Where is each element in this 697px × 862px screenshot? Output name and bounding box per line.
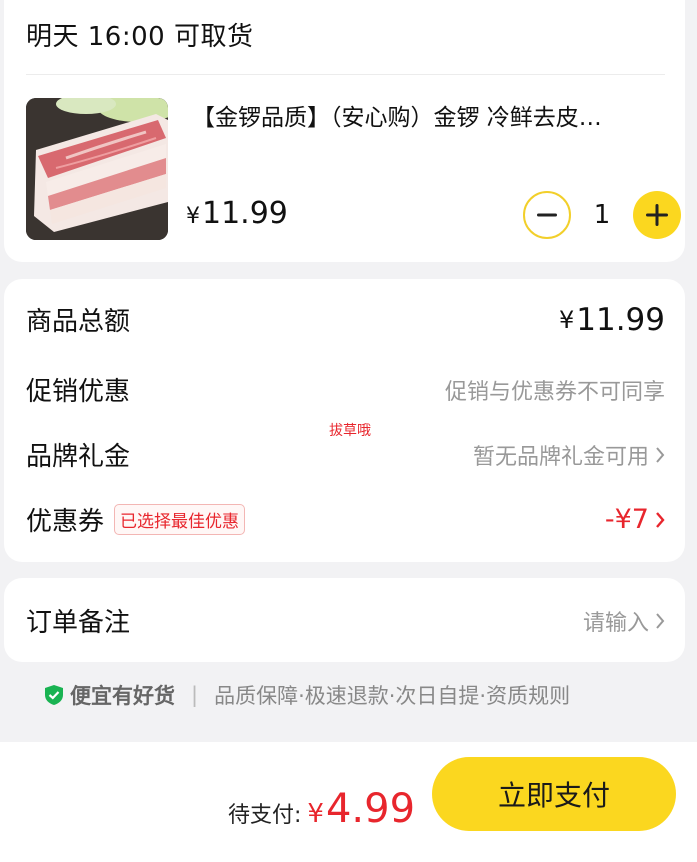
product-image[interactable] <box>26 98 168 240</box>
coupon-value-wrap: -¥7 <box>605 504 665 535</box>
order-remark-placeholder[interactable]: 请输入 <box>583 605 649 637</box>
order-remark-label: 订单备注 <box>26 608 131 638</box>
product-price-value: 11.99 <box>202 196 288 231</box>
increase-button[interactable] <box>633 191 681 239</box>
pending-payment-value: 4.99 <box>325 786 416 832</box>
quantity-value: 1 <box>593 200 611 230</box>
coupon-label-wrap: 优惠券 已选择最佳优惠 <box>26 501 246 538</box>
order-remark-row[interactable]: 订单备注 请输入 <box>26 602 665 639</box>
chevron-right-icon <box>656 446 665 463</box>
guarantee-brand: 便宜有好货 <box>70 684 175 708</box>
pickup-time: 明天 16:00 可取货 <box>26 22 254 52</box>
guarantee-items[interactable]: 品质保障·极速退款·次日自提·资质规则 <box>214 680 570 710</box>
order-summary-card: 商品总额 ¥11.99 促销优惠 促销与优惠券不可同享 拔草哦 品牌礼金 暂无品… <box>4 279 685 562</box>
minus-icon <box>537 213 557 217</box>
pending-payment-amount: ¥4.99 <box>307 786 415 832</box>
divider <box>26 74 665 75</box>
brand-gift-value-wrap: 暂无品牌礼金可用 <box>473 439 665 471</box>
pending-payment-label: 待支付: <box>228 803 302 828</box>
pork-belly-image <box>26 98 168 240</box>
quantity-stepper: 1 <box>523 191 681 239</box>
decrease-button[interactable] <box>523 191 571 239</box>
brand-gift-row[interactable]: 品牌礼金 暂无品牌礼金可用 <box>26 436 665 473</box>
chevron-right-icon <box>656 511 665 528</box>
plus-icon <box>646 204 668 226</box>
goods-total-label: 商品总额 <box>26 307 131 337</box>
pending-payment: 待支付: ¥4.99 <box>228 786 415 832</box>
brand-gift-label: 品牌礼金 <box>26 442 131 472</box>
checkout-bar: 待支付: ¥4.99 立即支付 <box>0 742 697 862</box>
best-coupon-tag: 已选择最佳优惠 <box>114 504 246 535</box>
brand-gift-value: 暂无品牌礼金可用 <box>472 444 649 470</box>
goods-total-value: ¥11.99 <box>559 302 665 338</box>
coupon-row[interactable]: 优惠券 已选择最佳优惠 -¥7 <box>26 501 665 538</box>
chevron-right-icon <box>656 612 665 629</box>
promotion-value: 促销与优惠券不可同享 <box>444 379 665 405</box>
order-remark-card[interactable]: 订单备注 请输入 <box>4 578 685 662</box>
promotion-label: 促销优惠 <box>26 377 131 407</box>
order-remark-input-wrap[interactable]: 请输入 <box>583 605 665 637</box>
currency-symbol: ¥ <box>186 204 200 229</box>
shield-check-icon <box>45 685 63 705</box>
product-card: 明天 16:00 可取货 【金锣品质】（安心购）金锣 冷鲜去皮… ¥11.99 … <box>4 0 685 262</box>
coupon-label: 优惠券 <box>26 507 105 537</box>
currency-symbol: ¥ <box>558 305 575 334</box>
product-title[interactable]: 【金锣品质】（安心购）金锣 冷鲜去皮… <box>192 98 662 132</box>
pay-now-button[interactable]: 立即支付 <box>432 757 676 831</box>
goods-total-amount: 11.99 <box>576 301 665 338</box>
separator: | <box>191 683 199 707</box>
guarantee-bar: 便宜有好货 | 品质保障·极速退款·次日自提·资质规则 <box>44 680 664 710</box>
product-price: ¥11.99 <box>186 196 288 231</box>
goods-total-row: 商品总额 ¥11.99 <box>26 301 665 338</box>
promotion-row: 促销优惠 促销与优惠券不可同享 <box>26 371 665 408</box>
coupon-value: -¥7 <box>604 504 649 535</box>
currency-symbol: ¥ <box>307 799 324 829</box>
